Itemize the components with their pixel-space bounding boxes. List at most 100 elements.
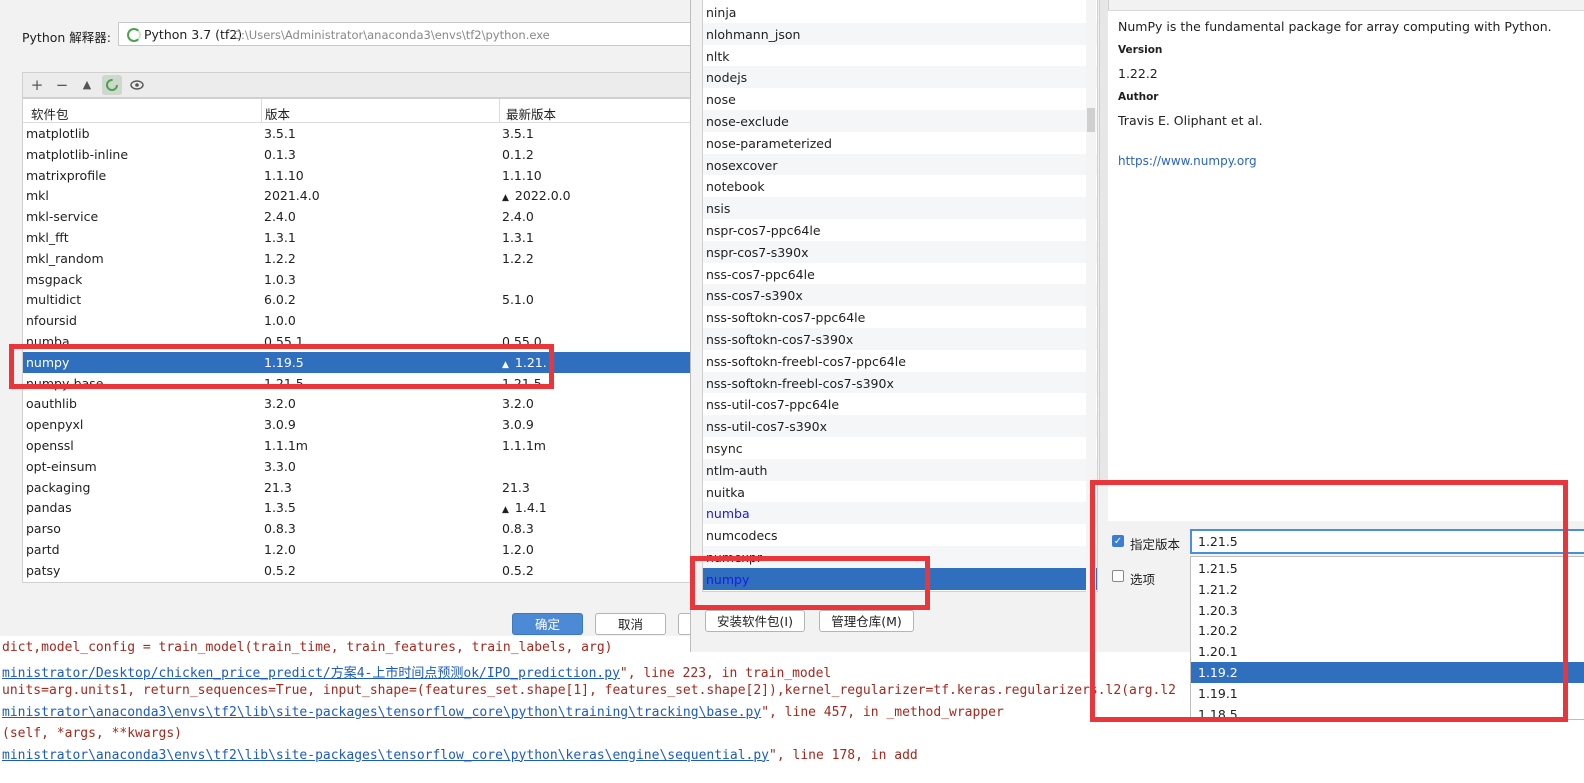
list-item[interactable]: numpy [703,567,1097,590]
table-row[interactable]: matplotlib 3.5.1 3.5.1 [23,123,699,144]
list-item[interactable]: nss-softokn-cos7-ppc64le [703,306,1097,328]
table-row[interactable]: mkl-service 2.4.0 2.4.0 [23,206,699,227]
version-option[interactable]: 1.20.1 [1191,641,1584,662]
table-row[interactable]: pandas 1.3.5 ▲ 1.4.1 [23,497,699,518]
console-file-link[interactable]: ministrator\anaconda3\envs\tf2\lib\site-… [2,748,769,763]
list-item[interactable]: nss-softokn-cos7-s390x [703,328,1097,350]
version-option[interactable]: 1.20.2 [1191,620,1584,641]
table-row[interactable]: packaging 21.3 21.3 [23,477,699,498]
table-row[interactable]: openssl 1.1.1m 1.1.1m [23,435,699,456]
list-item[interactable]: numexpr [703,546,1097,568]
column-header-version[interactable]: 版本 [265,104,290,123]
package-latest-version: 1.2.0 [502,542,534,557]
upgrade-icon[interactable]: ▲ [77,75,97,95]
table-row[interactable]: partd 1.2.0 1.2.0 [23,539,699,560]
interpreter-name: Python 3.7 (tf2) [144,27,243,42]
list-item[interactable]: nss-util-cos7-ppc64le [703,393,1097,415]
install-package-button[interactable]: 安装软件包(I) [705,610,805,632]
list-item[interactable]: nss-cos7-ppc64le [703,263,1097,285]
console-file-link[interactable]: ministrator\anaconda3\envs\tf2\lib\site-… [2,705,761,720]
list-item[interactable]: ntlm-auth [703,458,1097,481]
version-option[interactable]: 1.20.3 [1191,600,1584,621]
version-input[interactable]: 1.21.5 [1190,529,1584,554]
interpreter-settings-panel: Python 解释器: Python 3.7 (tf2) C:\Users\Ad… [0,0,700,636]
table-row[interactable]: oauthlib 3.2.0 3.2.0 [23,393,699,414]
version-option[interactable]: 1.18.5 [1191,704,1584,719]
package-description-panel: NumPy is the fundamental package for arr… [1108,10,1584,521]
package-name: numba [26,334,70,349]
table-row[interactable]: numba 0.55.1 0.55.0 [23,331,699,352]
list-item[interactable]: nosexcover [703,153,1097,176]
version-option[interactable]: 1.19.1 [1191,683,1584,704]
table-row[interactable]: numpy 1.19.5 ▲ 1.21. [23,351,699,373]
console-text: ", line 457, in _method_wrapper [761,704,1004,720]
list-item[interactable]: nsync [703,437,1097,459]
list-item[interactable]: nss-softokn-freebl-cos7-ppc64le [703,350,1097,372]
version-option[interactable]: 1.21.2 [1191,579,1584,600]
list-item[interactable]: numba [703,502,1097,525]
list-item[interactable]: notebook [703,175,1097,197]
column-header-latest[interactable]: 最新版本 [506,104,556,123]
list-item[interactable]: ninja [703,1,1097,23]
list-item[interactable]: nose-parameterized [703,132,1097,154]
list-scrollbar[interactable] [1086,0,1096,592]
interpreter-select[interactable]: Python 3.7 (tf2) C:\Users\Administrator\… [118,22,698,46]
table-row[interactable]: multidict 6.0.2 5.1.0 [23,289,699,310]
available-package-name: nosexcover [706,157,778,173]
table-row[interactable]: mkl_random 1.2.2 1.2.2 [23,248,699,269]
available-package-name: nss-util-cos7-ppc64le [706,397,840,413]
package-name: opt-einsum [26,458,97,474]
package-homepage-link[interactable]: https://www.numpy.org [1118,154,1257,168]
latest-version-text: 0.5.2 [502,562,534,578]
package-latest-version: ▲ 1.21. [502,355,547,370]
available-packages-list: ninja nlohmann_json nltk nodejs nose nose-exc… [702,0,1098,592]
list-item[interactable]: nlohmann_json [703,22,1097,45]
table-row[interactable]: matplotlib-inline 0.1.3 0.1.2 [23,144,699,165]
version-option[interactable]: 1.19.2 [1191,662,1584,683]
table-row[interactable]: patsy 0.5.2 0.5.2 [23,560,699,581]
options-checkbox[interactable] [1112,570,1124,582]
package-name: packaging [26,479,91,495]
list-item[interactable]: nss-cos7-s390x [703,284,1097,307]
list-item[interactable]: nspr-cos7-ppc64le [703,219,1097,241]
package-name: numpy [26,354,70,370]
table-row[interactable]: mkl 2021.4.0 ▲ 2022.0.0 [23,185,699,206]
specify-version-checkbox[interactable]: ✓ [1112,535,1124,547]
table-row[interactable]: mkl_fft 1.3.1 1.3.1 [23,227,699,248]
package-latest-version: 0.5.2 [502,563,534,578]
table-row[interactable]: openpyxl 3.0.9 3.0.9 [23,414,699,435]
table-row[interactable]: matrixprofile 1.1.10 1.1.10 [23,165,699,186]
table-row[interactable]: msgpack 1.0.3 [23,269,699,290]
remove-icon[interactable]: − [52,75,72,95]
add-icon[interactable]: + [27,75,47,95]
list-item[interactable]: nss-softokn-freebl-cos7-s390x [703,371,1097,394]
list-item[interactable]: nss-util-cos7-s390x [703,415,1097,437]
eye-icon[interactable] [127,75,147,95]
upgrade-available-icon: ▲ [502,193,509,204]
table-row[interactable]: nfoursid 1.0.0 [23,310,699,331]
list-item[interactable]: nose-exclude [703,110,1097,132]
list-item[interactable]: nltk [703,45,1097,67]
console-file-link[interactable]: ministrator/Desktop/chicken_price_predic… [2,666,620,681]
table-row[interactable]: parso 0.8.3 0.8.3 [23,518,699,539]
version-option[interactable]: 1.21.5 [1191,558,1584,579]
list-item[interactable]: numcodecs [703,524,1097,546]
ok-button[interactable]: 确定 [512,613,583,635]
refresh-icon[interactable] [102,75,122,95]
list-item[interactable]: nose [703,88,1097,110]
package-name: nfoursid [26,313,77,329]
column-header-package[interactable]: 软件包 [31,104,69,123]
interpreter-label: Python 解释器: [22,30,112,45]
cancel-button[interactable]: 取消 [595,613,666,635]
list-scrollbar-thumb[interactable] [1087,108,1095,132]
manage-repositories-button[interactable]: 管理仓库(M) [819,610,914,632]
list-item[interactable]: nspr-cos7-s390x [703,240,1097,263]
list-item[interactable]: nodejs [703,66,1097,89]
package-name: numpy-base [26,375,104,391]
package-name: matrixprofile [26,167,107,183]
table-row[interactable]: numpy-base 1.21.5 1.21.5 [23,373,699,394]
available-package-name: nss-cos7-ppc64le [706,266,815,282]
list-item[interactable]: nuitka [703,481,1097,503]
table-row[interactable]: opt-einsum 3.3.0 [23,456,699,477]
list-item[interactable]: nsis [703,197,1097,219]
